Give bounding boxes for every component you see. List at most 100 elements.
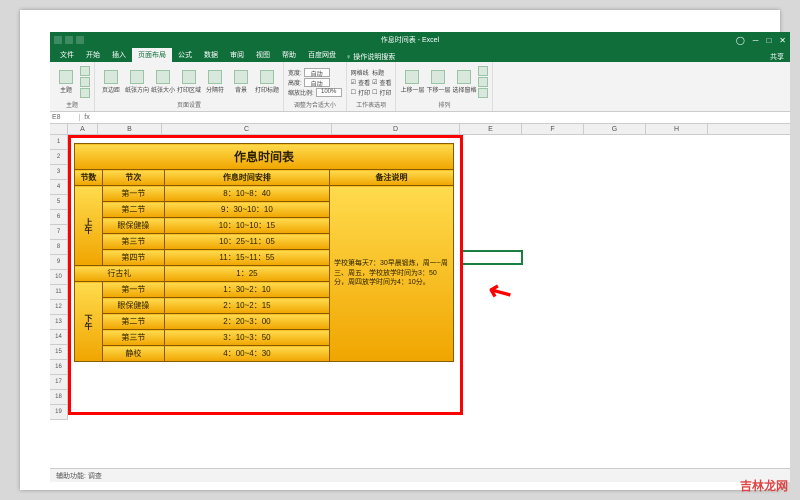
spreadsheet-grid[interactable]: ABCDEFGH 12345678910111213141516171819 作…	[50, 124, 790, 464]
height-input[interactable]: 自动	[304, 78, 330, 87]
close-icon[interactable]: ✕	[779, 36, 786, 45]
period-afternoon: 下午	[75, 282, 103, 362]
width-input[interactable]: 自动	[304, 68, 330, 77]
group-scale: 宽度:自动 高度:自动 缩放比例:100% 调整为合适大小	[284, 62, 347, 111]
gridlines-view-check[interactable]: ☑ 查看	[351, 78, 370, 87]
row-header[interactable]: 4	[50, 180, 68, 195]
print-area-button[interactable]: 打印区域	[177, 64, 201, 100]
row-header[interactable]: 19	[50, 405, 68, 420]
row-header[interactable]: 11	[50, 285, 68, 300]
tab-formulas[interactable]: 公式	[172, 48, 198, 62]
row-header[interactable]: 16	[50, 360, 68, 375]
orientation-button[interactable]: 纸张方向	[125, 64, 149, 100]
scale-input[interactable]: 100%	[316, 88, 342, 97]
row-headers: 12345678910111213141516171819	[50, 135, 68, 420]
header-time: 作息时间安排	[164, 170, 329, 186]
bring-forward-button[interactable]: 上移一层	[400, 64, 424, 100]
period-morning: 上午	[75, 186, 103, 266]
row-header[interactable]: 17	[50, 375, 68, 390]
tab-help[interactable]: 帮助	[276, 48, 302, 62]
row-header[interactable]: 7	[50, 225, 68, 240]
tab-insert[interactable]: 插入	[106, 48, 132, 62]
name-box[interactable]: E8	[50, 114, 80, 121]
themes-icon	[59, 70, 73, 84]
maximize-icon[interactable]: □	[766, 36, 771, 45]
selection-pane-icon	[457, 70, 471, 84]
tab-data[interactable]: 数据	[198, 48, 224, 62]
formula-bar: E8 fx	[50, 112, 790, 124]
size-button[interactable]: 纸张大小	[151, 64, 175, 100]
tab-review[interactable]: 审阅	[224, 48, 250, 62]
margins-icon	[104, 70, 118, 84]
align-icon[interactable]	[478, 66, 488, 76]
undo-icon[interactable]	[65, 36, 73, 44]
themes-button[interactable]: 主题	[54, 64, 78, 100]
row-header[interactable]: 3	[50, 165, 68, 180]
col-header-C[interactable]: C	[162, 124, 332, 134]
tab-file[interactable]: 文件	[54, 48, 80, 62]
headings-print-check[interactable]: ☐ 打印	[372, 88, 391, 97]
row-header[interactable]: 10	[50, 270, 68, 285]
row-header[interactable]: 13	[50, 315, 68, 330]
column-headers: ABCDEFGH	[50, 124, 790, 135]
fx-icon[interactable]: fx	[80, 114, 94, 121]
header-class: 节次	[102, 170, 164, 186]
bring-forward-icon	[405, 70, 419, 84]
group-sheet-options: 网格线 ☑ 查看 ☐ 打印 标题 ☑ 查看 ☐ 打印 工作表选项	[347, 62, 397, 111]
col-header-A[interactable]: A	[68, 124, 98, 134]
row-header[interactable]: 5	[50, 195, 68, 210]
row-header[interactable]: 2	[50, 150, 68, 165]
group-icon[interactable]	[478, 77, 488, 87]
send-backward-button[interactable]: 下移一层	[426, 64, 450, 100]
schedule-title: 作息时间表	[75, 144, 454, 170]
tab-view[interactable]: 视图	[250, 48, 276, 62]
group-page-setup: 页边距 纸张方向 纸张大小 打印区域 分隔符 背景 打印标题 页面设置	[95, 62, 284, 111]
row-header[interactable]: 8	[50, 240, 68, 255]
excel-window: 作息时间表 - Excel ◯ ─ □ ✕ 文件 开始 插入 页面布局 公式 数…	[50, 32, 790, 482]
headings-view-check[interactable]: ☑ 查看	[372, 78, 391, 87]
row-header[interactable]: 18	[50, 390, 68, 405]
send-backward-icon	[431, 70, 445, 84]
tell-me[interactable]: ♀ 操作说明搜索	[346, 52, 395, 62]
background-button[interactable]: 背景	[229, 64, 253, 100]
row-header[interactable]: 14	[50, 330, 68, 345]
user-icon[interactable]: ◯	[736, 36, 745, 45]
col-header-D[interactable]: D	[332, 124, 460, 134]
status-text: 辅助功能: 调查	[56, 471, 102, 481]
col-header-G[interactable]: G	[584, 124, 646, 134]
col-header-H[interactable]: H	[646, 124, 708, 134]
print-titles-button[interactable]: 打印标题	[255, 64, 279, 100]
quick-access-toolbar[interactable]	[54, 36, 84, 44]
gridlines-print-check[interactable]: ☐ 打印	[351, 88, 370, 97]
row-header[interactable]: 15	[50, 345, 68, 360]
minimize-icon[interactable]: ─	[753, 36, 759, 45]
select-all-corner[interactable]	[50, 124, 68, 134]
rotate-icon[interactable]	[478, 88, 488, 98]
row-header[interactable]: 1	[50, 135, 68, 150]
active-cell[interactable]	[461, 250, 523, 265]
tab-page-layout[interactable]: 页面布局	[132, 48, 172, 62]
selection-pane-button[interactable]: 选择窗格	[452, 64, 476, 100]
window-controls: ◯ ─ □ ✕	[736, 36, 786, 45]
breaks-icon	[208, 70, 222, 84]
tab-baidu[interactable]: 百度网盘	[302, 48, 342, 62]
watermark: 吉林龙网	[740, 477, 788, 494]
col-header-B[interactable]: B	[98, 124, 162, 134]
tab-home[interactable]: 开始	[80, 48, 106, 62]
margins-button[interactable]: 页边距	[99, 64, 123, 100]
status-bar: 辅助功能: 调查	[50, 468, 790, 482]
row-header[interactable]: 12	[50, 300, 68, 315]
group-arrange: 上移一层 下移一层 选择窗格 排列	[396, 62, 493, 111]
col-header-E[interactable]: E	[460, 124, 522, 134]
row-header[interactable]: 9	[50, 255, 68, 270]
effects-icon[interactable]	[80, 88, 90, 98]
fonts-icon[interactable]	[80, 77, 90, 87]
row-header[interactable]: 6	[50, 210, 68, 225]
save-icon[interactable]	[54, 36, 62, 44]
col-header-F[interactable]: F	[522, 124, 584, 134]
breaks-button[interactable]: 分隔符	[203, 64, 227, 100]
redo-icon[interactable]	[76, 36, 84, 44]
background-icon	[234, 70, 248, 84]
colors-icon[interactable]	[80, 66, 90, 76]
share-button[interactable]: 共享	[770, 52, 790, 62]
